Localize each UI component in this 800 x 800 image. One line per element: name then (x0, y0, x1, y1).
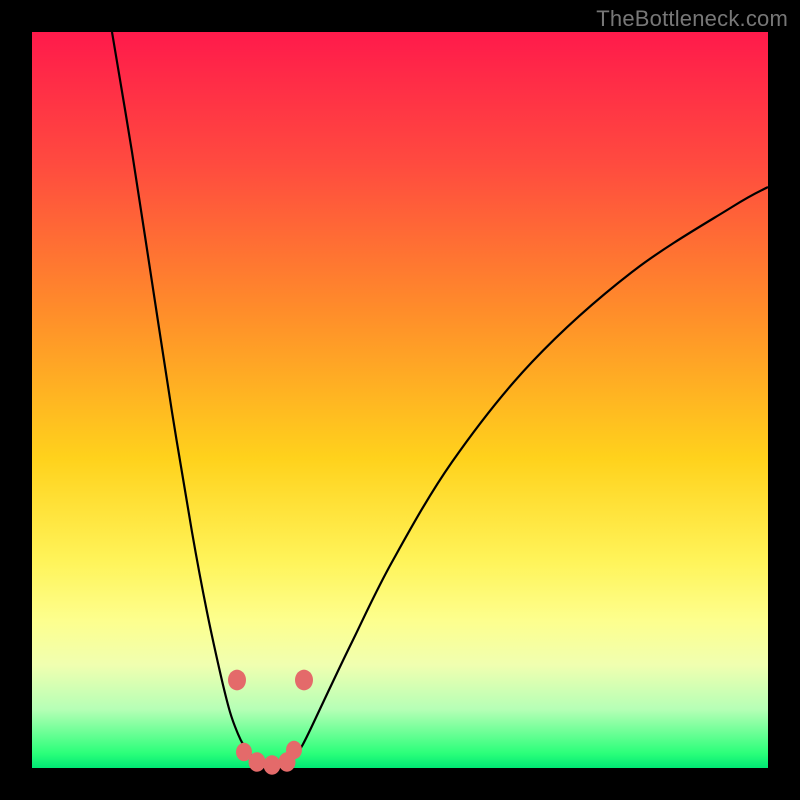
marker-point (249, 752, 266, 772)
marker-point (295, 670, 313, 691)
marker-point (228, 670, 246, 691)
curve-right-branch (288, 187, 768, 764)
curve-left-branch (112, 32, 262, 764)
chart-svg (32, 32, 768, 768)
marker-group (228, 670, 313, 775)
marker-point (264, 755, 281, 775)
marker-point (286, 741, 302, 759)
chart-frame (32, 32, 768, 768)
watermark-text: TheBottleneck.com (596, 6, 788, 32)
